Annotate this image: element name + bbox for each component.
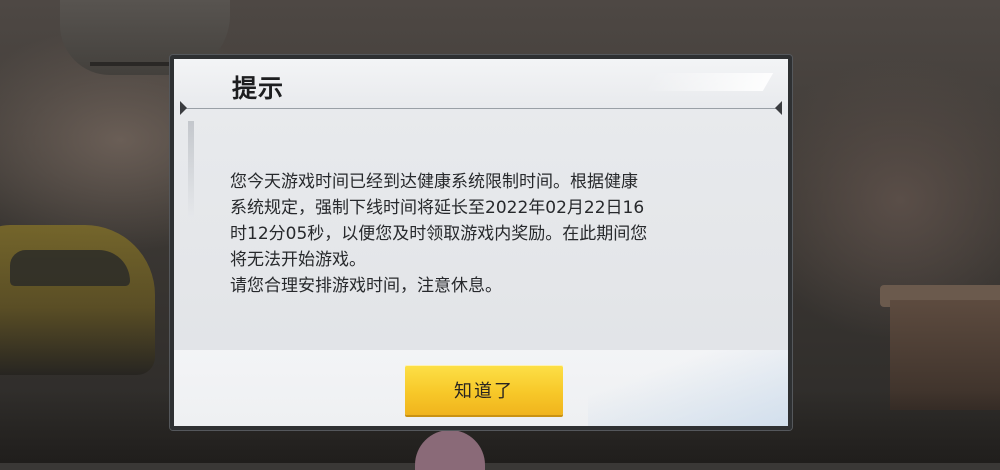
background-car	[0, 225, 155, 375]
acknowledge-button[interactable]: 知道了	[405, 365, 563, 415]
message-line: 您今天游戏时间已经到达健康系统限制时间。根据健康	[230, 172, 638, 192]
message-line: 系统规定，强制下线时间将延长至2022年02月22日16	[230, 198, 645, 218]
dialog-title: 提示	[232, 74, 285, 103]
header-left-marker	[180, 101, 187, 115]
background-car-window	[10, 250, 130, 286]
message-line: 将无法开始游戏。	[230, 250, 366, 270]
side-decoration	[188, 121, 194, 217]
header-right-marker	[775, 101, 782, 115]
message-line: 请您合理安排游戏时间，注意休息。	[230, 276, 502, 296]
background-helicopter-rotor	[90, 62, 180, 66]
dialog-header: 提示	[174, 59, 788, 115]
footer-decoration	[588, 350, 788, 426]
notice-dialog: 提示 您今天游戏时间已经到达健康系统限制时间。根据健康 系统规定，强制下线时间将…	[170, 55, 792, 430]
header-divider	[182, 108, 780, 109]
message-line: 时12分05秒，以便您及时领取游戏内奖励。在此期间您	[230, 224, 648, 244]
dialog-message: 您今天游戏时间已经到达健康系统限制时间。根据健康 系统规定，强制下线时间将延长至…	[230, 169, 750, 299]
header-decoration	[642, 73, 774, 91]
